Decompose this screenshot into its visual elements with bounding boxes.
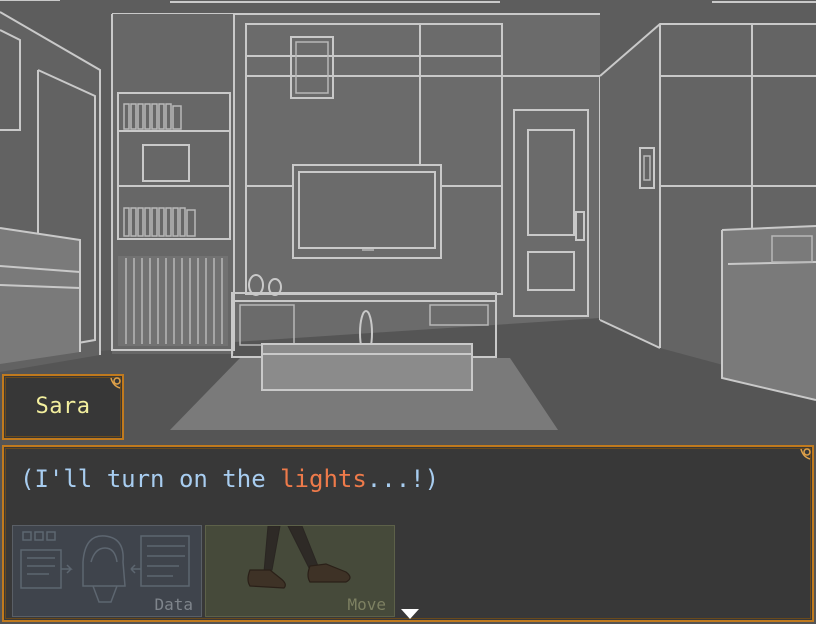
dialogue-highlight-word: lights [280,465,367,493]
game-screen: Sara (I'll turn on the lights...!) Data … [0,0,816,624]
dialogue-text-start: (I'll turn on the [20,465,281,493]
message-window[interactable]: (I'll turn on the lights...!) Data Move [2,445,814,622]
corner-ornament-icon [110,377,121,389]
speaker-name: Sara [35,394,91,419]
dialogue-text: (I'll turn on the lights...!) [20,465,439,493]
data-menu-button[interactable]: Data [12,525,202,617]
corner-ornament-icon [800,448,811,460]
dialogue-text-end: ...!) [366,465,440,493]
move-button-label: Move [347,595,386,614]
continue-arrow-icon[interactable] [401,609,419,619]
move-menu-button[interactable]: Move [205,525,395,617]
speaker-name-box: Sara [2,374,124,440]
data-button-label: Data [154,595,193,614]
